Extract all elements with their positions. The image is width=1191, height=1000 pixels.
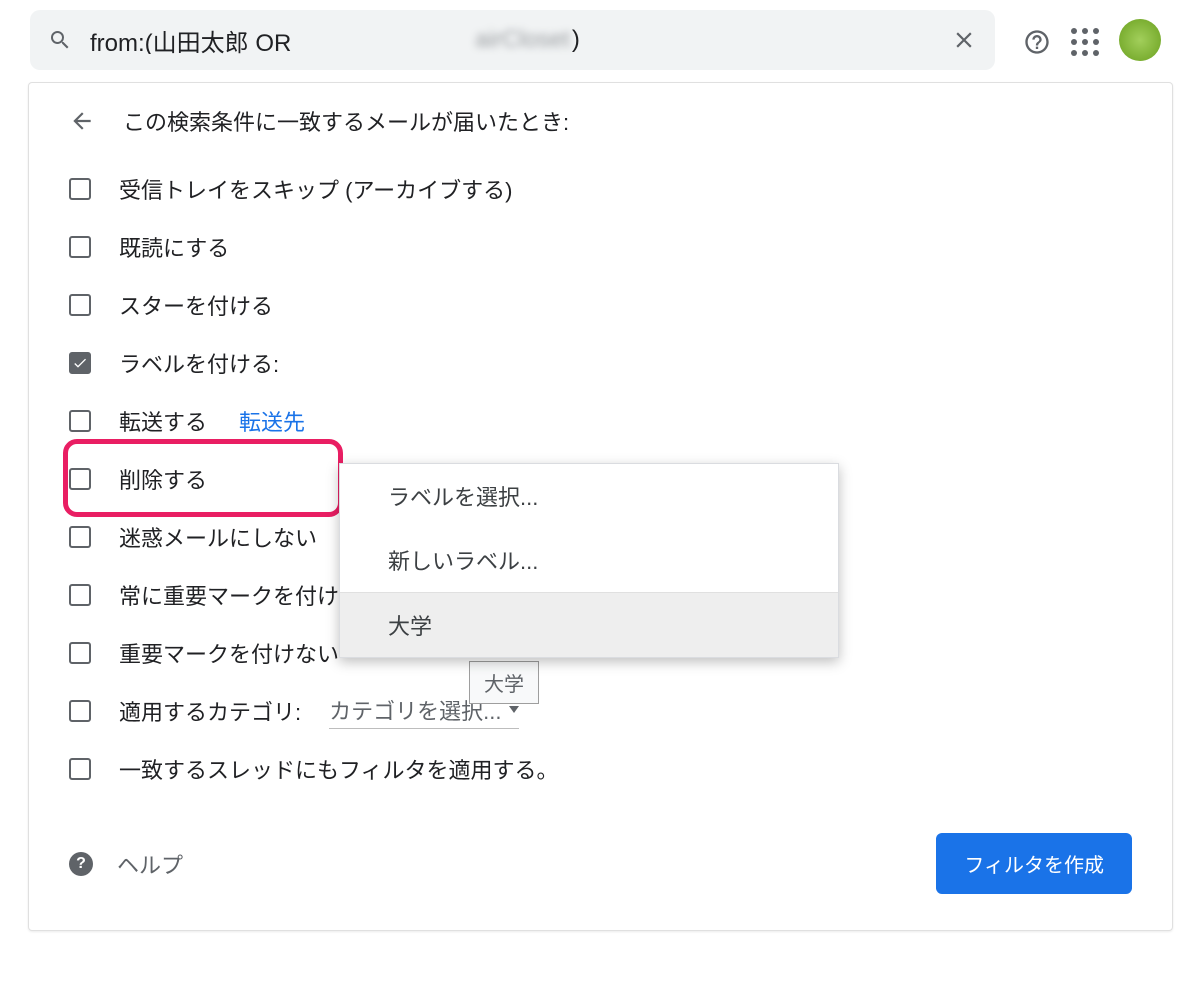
help-label: ヘルプ (117, 848, 183, 880)
checkbox-skip-inbox[interactable] (69, 178, 91, 200)
filter-panel: この検索条件に一致するメールが届いたとき: 受信トレイをスキップ (アーカイブす… (28, 82, 1173, 931)
help-link[interactable]: ? ヘルプ (69, 848, 183, 880)
checkbox-mark-read[interactable] (69, 236, 91, 258)
checkbox-delete[interactable] (69, 468, 91, 490)
chevron-down-icon (509, 706, 519, 713)
help-icon: ? (69, 852, 93, 876)
checkbox-apply-to-existing[interactable] (69, 758, 91, 780)
option-forward-label: 転送する (119, 405, 207, 437)
checkbox-never-important[interactable] (69, 642, 91, 664)
label-dropdown: ラベルを選択... 新しいラベル... 大学 (339, 463, 839, 658)
checkbox-apply-label[interactable] (69, 352, 91, 374)
apps-icon[interactable] (1071, 28, 1095, 52)
panel-title: この検索条件に一致するメールが届いたとき: (123, 105, 569, 137)
search-icon (48, 28, 72, 52)
option-apply-label-label: ラベルを付ける: (119, 347, 279, 379)
option-categorize-label: 適用するカテゴリ: (119, 695, 301, 727)
checkbox-star[interactable] (69, 294, 91, 316)
option-mark-read-label: 既読にする (119, 231, 229, 263)
checkbox-not-spam[interactable] (69, 526, 91, 548)
support-icon[interactable] (1023, 28, 1047, 52)
dropdown-item-new-label[interactable]: 新しいラベル... (340, 528, 838, 592)
forward-address-link[interactable]: 転送先 (239, 405, 305, 437)
option-star-label: スターを付ける (119, 289, 273, 321)
search-redacted-segment: airCloset (475, 26, 570, 54)
create-filter-button[interactable]: フィルタを作成 (936, 833, 1132, 894)
account-avatar[interactable] (1119, 19, 1161, 61)
dropdown-item-existing-label[interactable]: 大学 (340, 593, 838, 657)
option-skip-inbox-label: 受信トレイをスキップ (アーカイブする) (119, 173, 512, 205)
checkbox-always-important[interactable] (69, 584, 91, 606)
clear-search-button[interactable] (951, 27, 977, 53)
option-delete-label: 削除する (119, 463, 207, 495)
dropdown-item-choose-label[interactable]: ラベルを選択... (340, 464, 838, 528)
tooltip: 大学 (469, 661, 539, 704)
back-button[interactable] (69, 108, 95, 134)
option-never-important-label: 重要マークを付けない (119, 637, 339, 669)
search-box[interactable]: airCloset ) (30, 10, 995, 70)
checkbox-forward[interactable] (69, 410, 91, 432)
search-input[interactable] (72, 26, 479, 54)
search-tail: ) (570, 26, 580, 54)
option-always-important-label: 常に重要マークを付ける (119, 579, 361, 611)
checkbox-categorize[interactable] (69, 700, 91, 722)
option-not-spam-label: 迷惑メールにしない (119, 521, 317, 553)
option-apply-to-existing-label: 一致するスレッドにもフィルタを適用する。 (119, 753, 559, 785)
